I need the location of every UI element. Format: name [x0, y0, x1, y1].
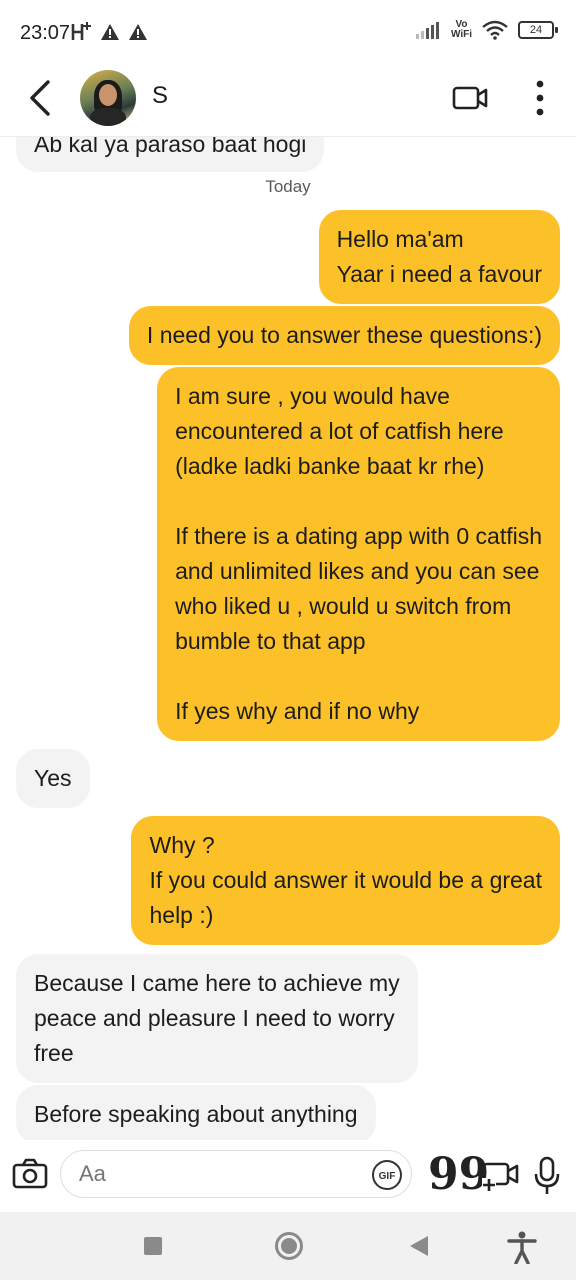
- composer-bar: GIF 99: [0, 1140, 576, 1212]
- back-triangle-icon[interactable]: [410, 1236, 428, 1256]
- accessibility-icon[interactable]: [506, 1230, 538, 1264]
- media-add-icon[interactable]: [482, 1158, 520, 1192]
- video-call-icon[interactable]: [452, 80, 488, 116]
- message-bubble-sent[interactable]: Hello ma'am Yaar i need a favour: [318, 210, 560, 304]
- chat-header: S: [0, 64, 576, 137]
- contact-name[interactable]: S: [152, 82, 168, 110]
- date-separator: Today: [265, 177, 311, 196]
- message-bubble-sent[interactable]: I need you to answer these questions:): [128, 306, 560, 365]
- home-icon[interactable]: [275, 1232, 303, 1260]
- status-time: 23:07: [20, 22, 71, 44]
- gif-icon[interactable]: GIF: [372, 1160, 402, 1190]
- more-vertical-icon[interactable]: [526, 78, 554, 118]
- message-bubble-sent[interactable]: I am sure , you would have encountered a…: [157, 367, 560, 741]
- quote-icon[interactable]: 99: [428, 1150, 489, 1200]
- back-arrow-icon[interactable]: [24, 78, 58, 118]
- message-bubble-received[interactable]: Ab kal ya paraso baat hogi: [16, 137, 325, 172]
- cell-signal-icon: [415, 22, 439, 39]
- message-input[interactable]: [60, 1150, 412, 1198]
- camera-icon[interactable]: [12, 1156, 48, 1192]
- recents-icon[interactable]: [144, 1237, 162, 1255]
- system-nav-bar: [0, 1212, 576, 1280]
- warning-icon: [129, 24, 147, 40]
- microphone-icon[interactable]: [534, 1156, 560, 1196]
- battery-indicator: 24: [518, 21, 558, 39]
- message-bubble-received[interactable]: Because I came here to achieve my peace …: [16, 954, 418, 1083]
- avatar[interactable]: [80, 70, 136, 126]
- message-bubble-received[interactable]: Before speaking about anything: [16, 1085, 376, 1140]
- status-bar: 23:07 Vo WiFi 24: [0, 0, 576, 64]
- message-list[interactable]: Ab kal ya paraso baat hogi Today Hello m…: [0, 137, 576, 1140]
- message-bubble-received[interactable]: Yes: [16, 749, 90, 808]
- h-plus-signal-icon: [71, 22, 91, 40]
- message-bubble-sent[interactable]: Why ? If you could answer it would be a …: [131, 816, 560, 945]
- wifi-icon: [482, 20, 508, 40]
- warning-icon: [101, 24, 119, 40]
- vowifi-label: Vo WiFi: [450, 19, 472, 40]
